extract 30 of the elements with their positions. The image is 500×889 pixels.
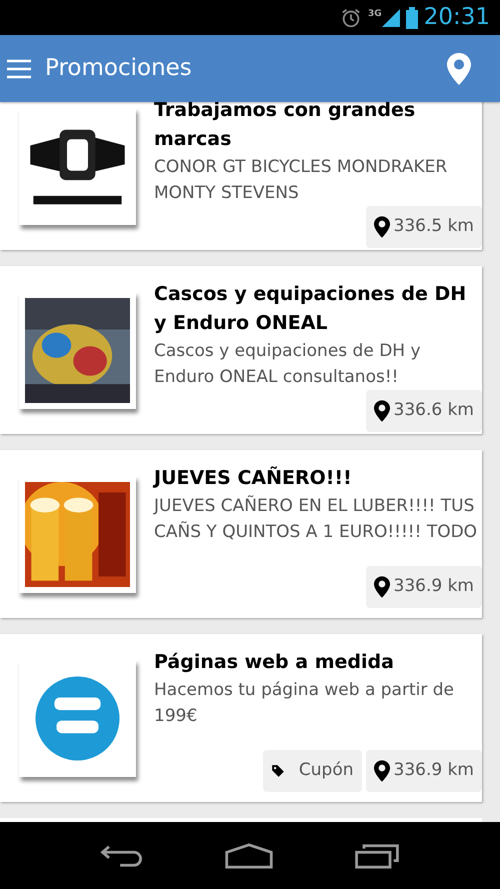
home-icon[interactable] (224, 842, 274, 868)
badge-label: 336.6 km (394, 399, 474, 422)
promotion-description: Cascos y equipaciones de DH y Enduro ONEAL consultanos!! (154, 340, 422, 389)
recent-apps-icon[interactable] (352, 842, 401, 868)
clock: 20:31 (424, 3, 490, 32)
menu-icon[interactable] (7, 58, 31, 78)
promotion-description: JUEVES CAÑERO EN EL LUBER!!!! TUS CAÑS Y QUINTOS A 1 EURO!!!!! TODO (154, 494, 478, 544)
map-pin-icon (447, 52, 471, 86)
tag-icon (270, 764, 285, 778)
promotion-description: Hacemos tu página web a partir de 199€ (154, 679, 455, 728)
badge-label: 336.5 km (394, 215, 474, 238)
promotion-card[interactable]: JUEVES CAÑERO!!! JUEVES CAÑERO EN EL LUBER!!!! TUS CAÑS Y QUINTOS A 1 EURO!!!!! TODO 336.9 km (0, 450, 482, 618)
network-label: 3G (368, 8, 382, 20)
badge-label: 336.9 km (394, 575, 474, 598)
map-pin-icon (374, 576, 390, 598)
promotion-title: Cascos y equipaciones de DH y Enduro ONEAL (154, 282, 468, 336)
promotion-title: Páginas web a medida (154, 650, 395, 675)
map-pin-icon (374, 400, 390, 422)
promotion-card[interactable]: Cascos y equipaciones de DH y Enduro ONEAL Cascos y equipaciones de DH y Enduro ONEAL consultanos!! 336.6 km (0, 266, 482, 434)
badge-label: Cupón (298, 759, 354, 782)
battery-icon (406, 6, 418, 28)
map-pin-icon (374, 760, 390, 782)
screen-title: Promociones (45, 54, 192, 84)
promotion-title: JUEVES CAÑERO!!! (154, 465, 353, 491)
badge-label: 336.9 km (394, 759, 474, 782)
promotion-card[interactable]: Páginas web a medida Hacemos tu página web a partir de 199€ Cupón 336.9 km (0, 634, 482, 802)
alarm-icon (340, 6, 362, 28)
promotion-description: CONOR GT BICYCLES MONDRAKER MONTY STEVENS (154, 156, 448, 205)
signal-icon (382, 8, 400, 28)
map-pin-icon (374, 216, 390, 238)
